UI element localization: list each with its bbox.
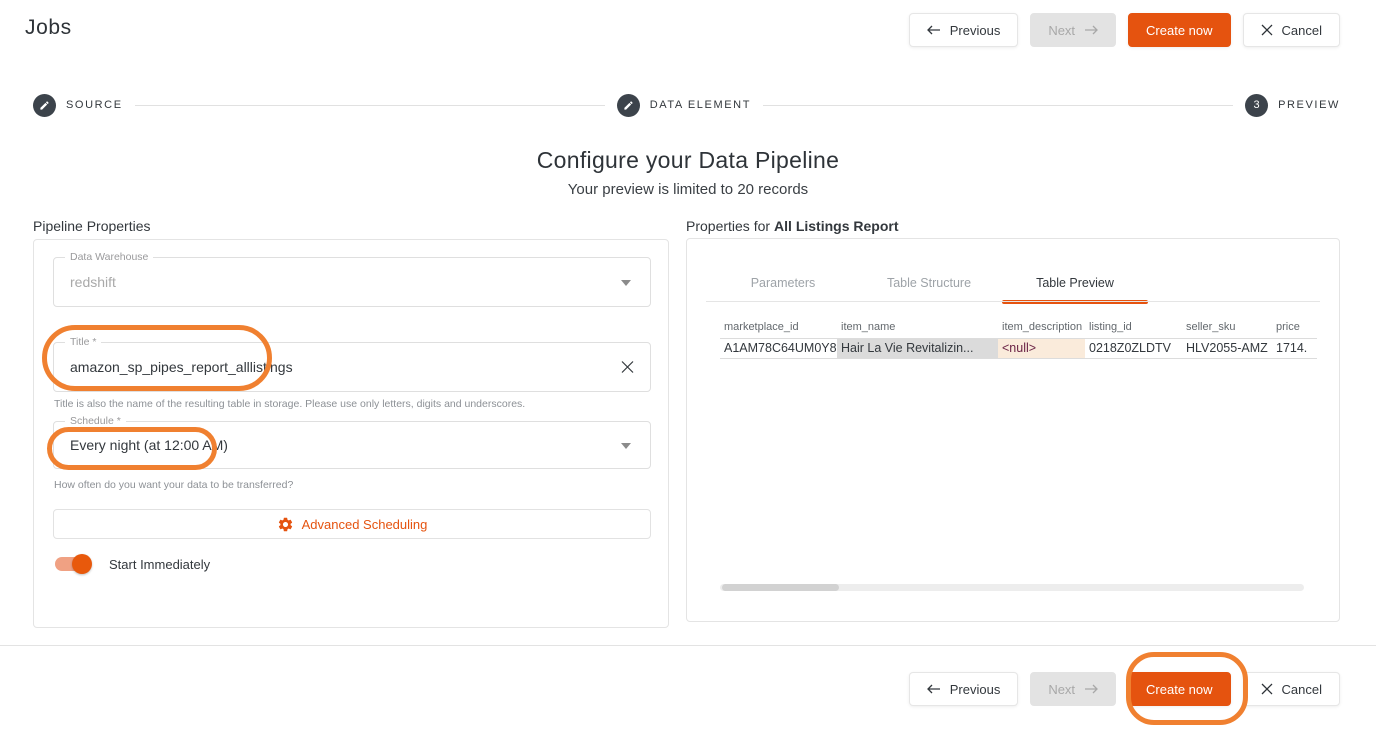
step-preview-label: PREVIEW <box>1278 99 1340 111</box>
step-preview-number: 3 <box>1254 99 1260 111</box>
horizontal-scrollbar-track[interactable] <box>720 584 1304 591</box>
jobs-wizard-page: Jobs Previous Next Create now Cancel <box>0 0 1376 730</box>
tab-table-structure[interactable]: Table Structure <box>856 265 1002 301</box>
title-input[interactable] <box>70 343 620 391</box>
tab-parameters[interactable]: Parameters <box>710 265 856 301</box>
page-heading: Configure your Data Pipeline Your previe… <box>0 147 1376 198</box>
start-immediately-label: Start Immediately <box>109 557 210 572</box>
horizontal-scrollbar-thumb[interactable] <box>722 584 839 591</box>
pipeline-properties-title: Pipeline Properties <box>33 218 151 234</box>
gear-icon <box>277 516 294 533</box>
schedule-value: Every night (at 12:00 AM) <box>70 437 228 453</box>
step-preview[interactable]: 3 PREVIEW <box>1245 94 1340 117</box>
close-icon <box>1261 683 1273 695</box>
tabs-divider <box>706 301 1320 302</box>
footer-divider <box>0 645 1376 646</box>
cancel-button[interactable]: Cancel <box>1243 13 1340 47</box>
step-preview-circle: 3 <box>1245 94 1268 117</box>
heading-title: Configure your Data Pipeline <box>0 147 1376 174</box>
cell-listing-id[interactable]: 0218Z0ZLDTV <box>1085 339 1182 359</box>
pipeline-properties-card: Data Warehouse redshift Title * Title is… <box>33 239 669 628</box>
cancel-button-label: Cancel <box>1282 23 1322 38</box>
properties-tabs: Parameters Table Structure Table Preview <box>710 265 1148 301</box>
cell-item-description[interactable]: <null> <box>998 339 1085 359</box>
cancel-button[interactable]: Cancel <box>1243 672 1340 706</box>
step-data-element-label: DATA ELEMENT <box>650 99 751 111</box>
start-immediately-row: Start Immediately <box>55 554 210 574</box>
next-button-label: Next <box>1048 682 1075 697</box>
arrow-left-icon <box>927 25 941 35</box>
stepper-connector <box>763 105 1233 106</box>
cell-item-name[interactable]: Hair La Vie Revitalizin... <box>837 339 998 359</box>
properties-for-text: Properties for <box>686 218 770 234</box>
toggle-knob <box>72 554 92 574</box>
next-button-label: Next <box>1048 23 1075 38</box>
tab-parameters-label: Parameters <box>751 276 816 290</box>
step-data-element[interactable]: DATA ELEMENT <box>617 94 751 117</box>
close-icon <box>1261 24 1273 36</box>
column-header: item_description <box>998 319 1085 339</box>
title-field: Title * <box>53 342 651 392</box>
report-name: All Listings Report <box>774 218 898 234</box>
advanced-scheduling-button[interactable]: Advanced Scheduling <box>53 509 651 539</box>
column-header: marketplace_id <box>720 319 837 339</box>
column-header: seller_sku <box>1182 319 1272 339</box>
advanced-scheduling-label: Advanced Scheduling <box>302 517 428 532</box>
cell-price[interactable]: 1714. <box>1272 339 1317 359</box>
data-warehouse-select[interactable]: Data Warehouse redshift <box>53 257 651 307</box>
column-header: listing_id <box>1085 319 1182 339</box>
clear-title-icon[interactable] <box>620 360 635 375</box>
wizard-stepper: SOURCE DATA ELEMENT 3 PREVIEW <box>33 93 1340 117</box>
next-button[interactable]: Next <box>1030 672 1116 706</box>
step-data-element-circle <box>617 94 640 117</box>
arrow-right-icon <box>1084 25 1098 35</box>
table-row: A1AM78C64UM0Y8 Hair La Vie Revitalizin..… <box>720 339 1317 359</box>
stepper-connector <box>135 105 605 106</box>
create-now-button[interactable]: Create now <box>1128 672 1230 706</box>
step-source-label: SOURCE <box>66 99 123 111</box>
schedule-select[interactable]: Schedule * Every night (at 12:00 AM) <box>53 421 651 469</box>
tab-table-preview[interactable]: Table Preview <box>1002 265 1148 301</box>
chevron-down-icon <box>621 443 631 449</box>
previous-button[interactable]: Previous <box>909 13 1019 47</box>
column-header: price <box>1272 319 1317 339</box>
table-header-row: marketplace_id item_name item_descriptio… <box>720 319 1317 339</box>
title-helper-text: Title is also the name of the resulting … <box>54 398 525 410</box>
pencil-icon <box>623 100 634 111</box>
cancel-button-label: Cancel <box>1282 682 1322 697</box>
top-action-bar: Previous Next Create now Cancel <box>909 13 1340 47</box>
properties-panel-title: Properties forAll Listings Report <box>686 218 899 234</box>
column-header: item_name <box>837 319 998 339</box>
tab-table-structure-label: Table Structure <box>887 276 971 290</box>
heading-subtitle: Your preview is limited to 20 records <box>0 181 1376 198</box>
step-source[interactable]: SOURCE <box>33 94 123 117</box>
schedule-label: Schedule * <box>65 415 126 427</box>
arrow-left-icon <box>927 684 941 694</box>
pencil-icon <box>39 100 50 111</box>
table-preview: marketplace_id item_name item_descriptio… <box>720 319 1317 359</box>
cell-seller-sku[interactable]: HLV2055-AMZ <box>1182 339 1272 359</box>
cell-marketplace-id[interactable]: A1AM78C64UM0Y8 <box>720 339 837 359</box>
create-now-button-label: Create now <box>1146 23 1212 38</box>
bottom-action-bar: Previous Next Create now Cancel <box>909 672 1340 706</box>
next-button[interactable]: Next <box>1030 13 1116 47</box>
step-source-circle <box>33 94 56 117</box>
page-title: Jobs <box>25 16 72 40</box>
chevron-down-icon <box>621 280 631 286</box>
previous-button-label: Previous <box>950 682 1001 697</box>
start-immediately-toggle[interactable] <box>55 557 89 571</box>
create-now-button[interactable]: Create now <box>1128 13 1230 47</box>
arrow-right-icon <box>1084 684 1098 694</box>
schedule-helper-text: How often do you want your data to be tr… <box>54 479 293 491</box>
properties-panel-card: Parameters Table Structure Table Preview… <box>686 238 1340 622</box>
data-warehouse-value: redshift <box>70 274 116 290</box>
previous-button-label: Previous <box>950 23 1001 38</box>
create-now-button-label: Create now <box>1146 682 1212 697</box>
tab-table-preview-label: Table Preview <box>1036 276 1114 290</box>
data-warehouse-label: Data Warehouse <box>65 251 153 263</box>
previous-button[interactable]: Previous <box>909 672 1019 706</box>
